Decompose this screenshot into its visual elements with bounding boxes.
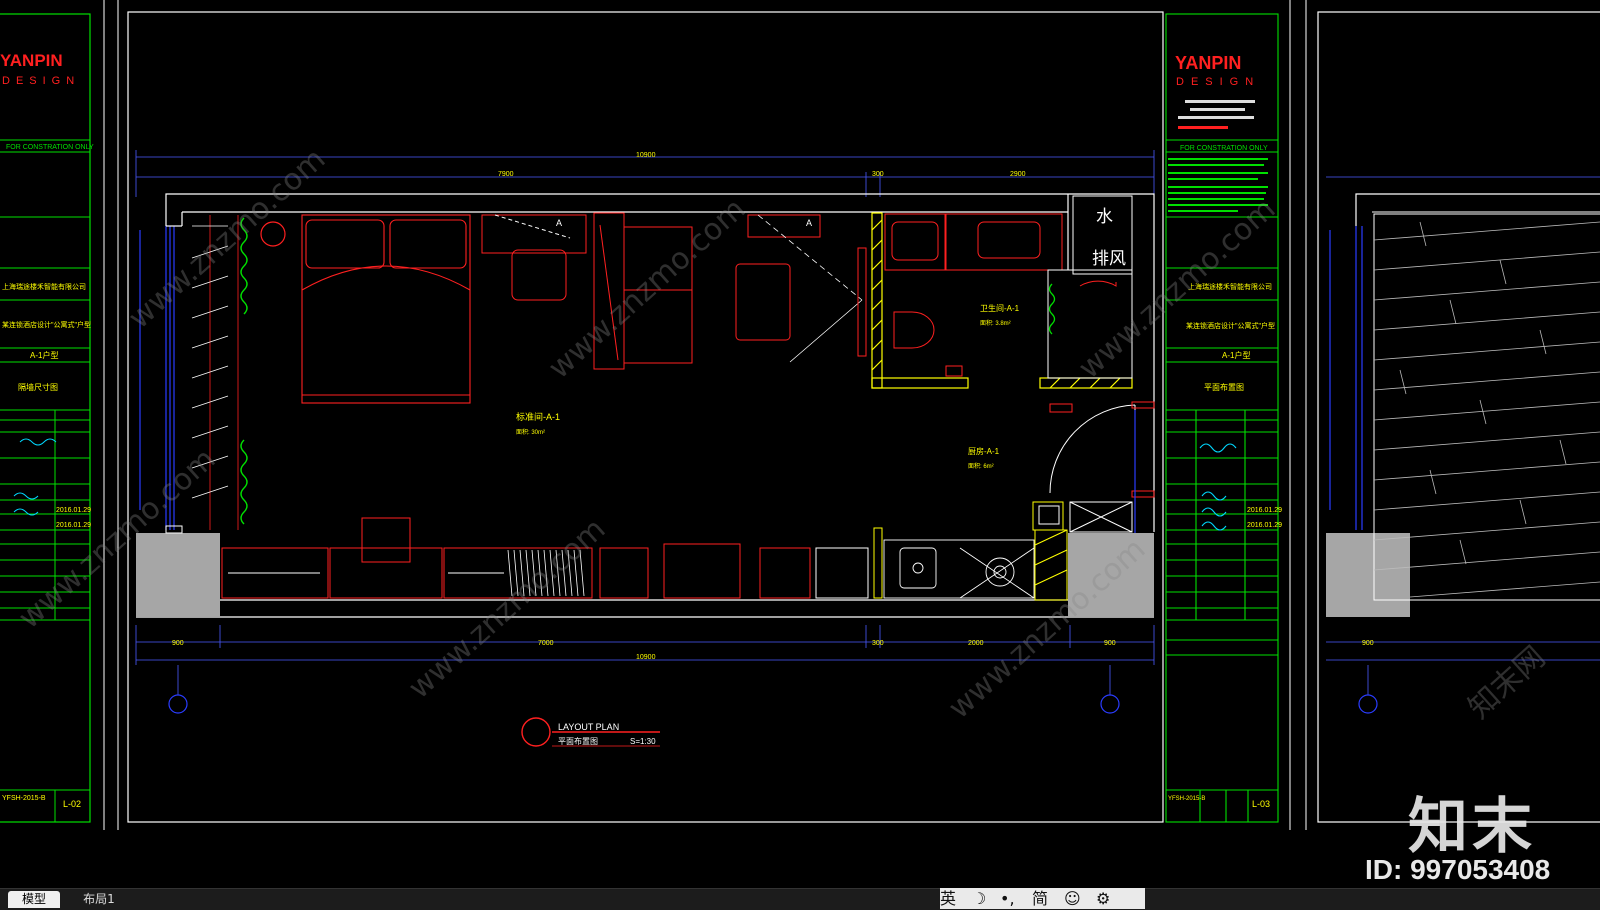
tb-sheet-no: L-03 xyxy=(1252,799,1270,809)
room-bath-area: 面积: 3.8m² xyxy=(980,319,1011,327)
gear-icon[interactable]: ⚙ xyxy=(1096,888,1110,909)
dim-total-bottom: 10900 xyxy=(636,654,656,661)
dim-bot-5: 900 xyxy=(1104,640,1116,647)
door-tag-a-2: A xyxy=(806,218,812,228)
dim-bot-1: 900 xyxy=(172,640,184,647)
left-type: A-1户型 xyxy=(30,350,58,360)
left-code: YFSH-2015-B xyxy=(2,795,46,802)
dim-top-3: 2900 xyxy=(1010,171,1026,178)
model-space-background xyxy=(0,0,1600,909)
moon-icon[interactable]: ☽ xyxy=(972,888,986,909)
right-dim-900: 900 xyxy=(1362,640,1374,647)
dim-bot-3: 300 xyxy=(872,640,884,647)
left-drawing: 隔墙尺寸图 xyxy=(18,382,58,392)
tb-date-1: 2016.01.29 xyxy=(1247,507,1282,514)
tb-brand: YANPIN xyxy=(1175,53,1241,73)
tb-project: 某连锁酒店设计"公寓式"户型 xyxy=(1186,321,1275,330)
cad-viewport[interactable]: YANPIN DESIGN FOR CONSTRATION ONLY 上海瑞途楼… xyxy=(0,0,1600,909)
tb-drawing: 平面布置图 xyxy=(1204,382,1244,392)
room-entry-name: 厨房-A-1 xyxy=(968,446,1000,456)
watermark-id: ID: 997053408 xyxy=(1365,854,1551,885)
door-tag-a-1: A xyxy=(556,218,562,228)
right-column xyxy=(1326,533,1410,617)
plan-title-cn: 平面布置图 xyxy=(558,736,598,746)
tab-layout1[interactable]: 布局1 xyxy=(70,891,128,908)
watermark-brand: 知末 xyxy=(1408,792,1536,862)
room-main-name: 标准间-A-1 xyxy=(516,411,560,422)
emoji-icon[interactable]: ☺ xyxy=(1064,888,1081,909)
dim-top-2: 300 xyxy=(872,171,884,178)
dim-bot-4: 2000 xyxy=(968,640,984,647)
tb-type: A-1户型 xyxy=(1222,350,1250,360)
room-entry-area: 面积: 6m² xyxy=(968,462,994,470)
tb-code: YFSH-2015-B xyxy=(1168,796,1205,802)
ime-simplified-toggle[interactable]: 简 xyxy=(1032,888,1048,909)
left-construction: FOR CONSTRATION ONLY xyxy=(6,144,94,151)
ime-language-toggle[interactable]: 英 xyxy=(940,888,956,909)
column-left xyxy=(136,533,220,617)
left-client: 上海瑞途楼禾智能有限公司 xyxy=(2,282,86,291)
tb-design: DESIGN xyxy=(1176,76,1260,88)
left-sheet-no: L-02 xyxy=(63,799,81,809)
tb-date-2: 2016.01.29 xyxy=(1247,522,1282,529)
plan-scale: S=1:30 xyxy=(630,737,656,746)
shaft-vent: 排风 xyxy=(1092,249,1126,268)
room-main-area: 面积: 30m² xyxy=(516,428,545,436)
left-project: 某连锁酒店设计"公寓式"户型 xyxy=(2,320,91,329)
tb-construction: FOR CONSTRATION ONLY xyxy=(1180,145,1268,152)
dim-bot-2: 7000 xyxy=(538,640,554,647)
tab-model[interactable]: 模型 xyxy=(8,891,60,908)
ime-toolbar: 英 ☽ •, 简 ☺ ⚙ xyxy=(940,888,1145,909)
punctuation-toggle[interactable]: •, xyxy=(1000,888,1015,909)
plan-title: LAYOUT PLAN xyxy=(558,722,619,732)
left-design: DESIGN xyxy=(2,75,80,87)
dim-top-1: 7900 xyxy=(498,171,514,178)
left-date-1: 2016.01.29 xyxy=(56,507,91,514)
room-bath-name: 卫生间-A-1 xyxy=(980,303,1020,313)
shaft-water: 水 xyxy=(1096,207,1113,226)
left-brand: YANPIN xyxy=(0,51,63,70)
layout-tab-bar: 模型 布局1 xyxy=(0,888,1600,910)
left-date-2: 2016.01.29 xyxy=(56,522,91,529)
dim-total-top: 10900 xyxy=(636,152,656,159)
